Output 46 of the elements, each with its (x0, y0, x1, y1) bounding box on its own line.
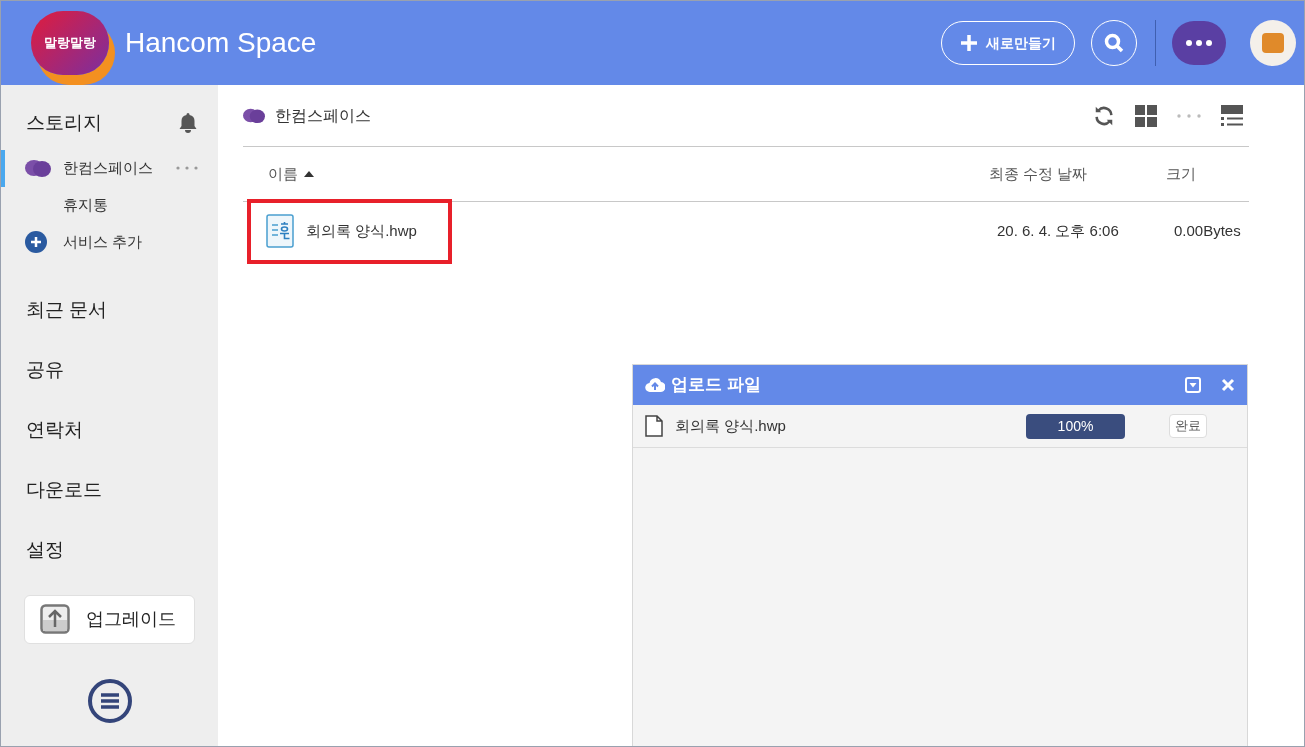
column-header[interactable]: 크기 (1164, 162, 1249, 186)
status-label: 완료 (1169, 414, 1207, 438)
close-icon[interactable] (1221, 378, 1235, 392)
menu-icon[interactable] (86, 678, 133, 724)
plus-circle-icon (25, 231, 47, 253)
more-icon (1186, 40, 1212, 46)
refresh-icon[interactable] (1093, 104, 1115, 127)
cloud-upload-icon (645, 377, 665, 393)
app-title: Hancom Space (125, 26, 317, 60)
more-button[interactable] (1172, 21, 1226, 65)
grid-icon[interactable] (1135, 104, 1157, 127)
search-icon (1104, 33, 1124, 53)
plus-icon (960, 34, 978, 52)
storage-item[interactable]: 한컴스페이스 (1, 149, 218, 187)
nav-item[interactable]: 연락처 (1, 400, 218, 461)
bell-icon[interactable] (178, 112, 198, 135)
upload-file-name: 회의록 양식.hwp (675, 415, 787, 436)
avatar[interactable] (1250, 20, 1296, 66)
file-name: 회의록 양식.hwp (306, 220, 417, 241)
storage-label: 한컴스페이스 (63, 157, 154, 178)
nav-item[interactable]: 설정 (1, 520, 218, 581)
file-name-cell[interactable]: 회의록 양식.hwp (247, 198, 452, 264)
storage-label: 휴지통 (63, 194, 109, 215)
size-cell-text: 0.00Bytes (1173, 220, 1242, 241)
progress-text: 100% (1056, 416, 1095, 436)
modified-cell-text: 20. 6. 4. 오후 6:06 (996, 220, 1120, 241)
column-header[interactable]: 최종 수정 날짜 (989, 162, 1164, 186)
file-icon (645, 415, 663, 437)
column-header[interactable]: 이름 (243, 162, 989, 186)
breadcrumb[interactable]: 한컴스페이스 (275, 103, 371, 128)
nav-item[interactable]: 최근 문서 (1, 280, 218, 341)
panel-title: 업로드 파일 (671, 374, 762, 397)
cloud-icon (243, 107, 265, 124)
list-view-icon[interactable] (1221, 104, 1243, 127)
sort-up-icon (304, 171, 314, 177)
logo-text: 말랑말랑 (44, 34, 96, 53)
storage-label: 서비스 추가 (63, 231, 144, 252)
document-icon (266, 214, 294, 248)
cloud-icon (25, 158, 51, 178)
upgrade-button[interactable]: 업그레이드 (24, 594, 195, 644)
storage-item[interactable]: 서비스 추가 (1, 223, 218, 261)
section-title: 스토리지 (26, 111, 102, 135)
nav-item[interactable]: 공유 (1, 340, 218, 401)
storage-item[interactable]: 휴지통 (1, 186, 218, 224)
minimize-icon[interactable] (1185, 377, 1201, 393)
nav-item[interactable]: 다운로드 (1, 460, 218, 521)
